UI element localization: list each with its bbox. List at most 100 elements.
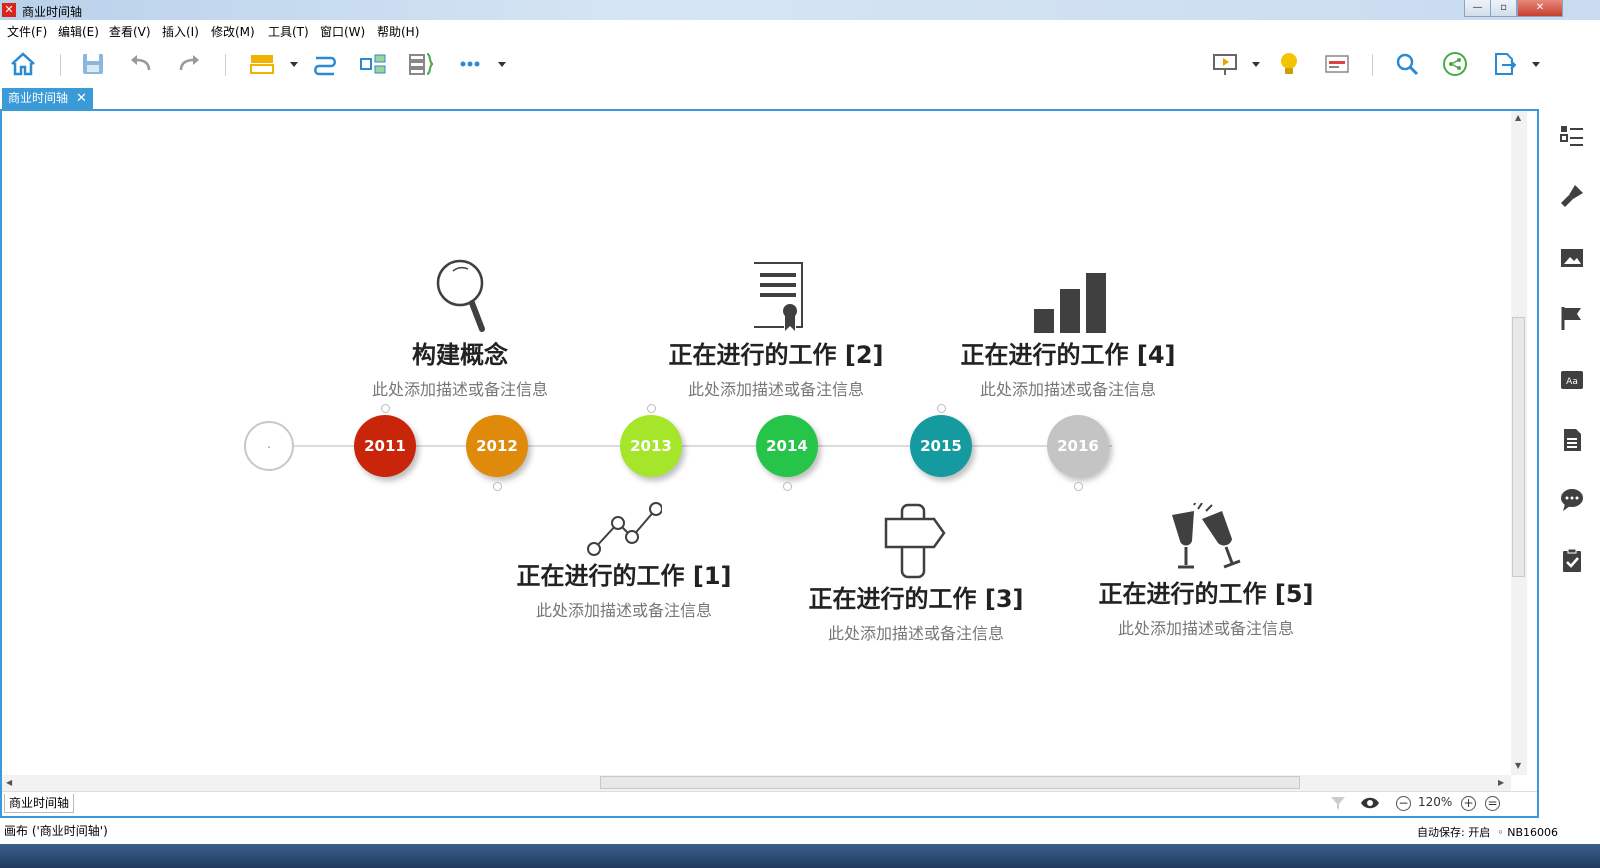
export-dropdown-icon[interactable] [1532, 62, 1540, 67]
status-bar: 画布 ('商业时间轴') 自动保存: 开启 ◦ NB16006 [0, 818, 1600, 844]
topic-title: 正在进行的工作 [1] [516, 562, 732, 590]
flag-icon[interactable] [1559, 305, 1585, 331]
close-window-button[interactable]: ✕ [1517, 0, 1563, 17]
more-dropdown-icon[interactable] [498, 62, 506, 67]
zoom-level[interactable]: 120% [1418, 795, 1452, 809]
topic-description: 此处添加描述或备注信息 [371, 380, 548, 399]
scroll-right-icon[interactable]: ▶ [1498, 778, 1504, 787]
presentation-icon[interactable] [1211, 50, 1239, 78]
share-icon[interactable] [1441, 50, 1469, 78]
line-chart-icon [586, 501, 663, 560]
horizontal-scrollbar[interactable]: ◀ ▶ [2, 775, 1511, 791]
year-node-2014[interactable]: 2014 [756, 415, 818, 477]
year-node-2011[interactable]: 2011 [354, 415, 416, 477]
topic-work-2[interactable]: 正在进行的工作 [2] 此处添加描述或备注信息 [626, 335, 926, 400]
scroll-left-icon[interactable]: ◀ [6, 778, 12, 787]
zoom-fit-button[interactable]: = [1485, 796, 1500, 811]
topic-description: 此处添加描述或备注信息 [535, 601, 712, 620]
menu-modify[interactable]: 修改(M) [211, 23, 255, 40]
topic-work-3[interactable]: 正在进行的工作 [3] 此处添加描述或备注信息 [766, 579, 1066, 644]
search-icon[interactable] [1393, 50, 1421, 78]
timeline-start-node[interactable]: · [244, 421, 294, 471]
status-canvas: 画布 ('商业时间轴') [4, 824, 108, 838]
save-icon[interactable] [79, 50, 107, 78]
collapse-handle[interactable] [493, 482, 502, 491]
topic-dropdown-icon[interactable] [290, 62, 298, 67]
menu-help[interactable]: 帮助(H) [377, 23, 419, 40]
scroll-up-icon[interactable]: ▲ [1515, 113, 1521, 122]
vertical-scroll-thumb[interactable] [1512, 317, 1525, 577]
comment-icon[interactable] [1559, 487, 1585, 513]
topic-title: 正在进行的工作 [2] [668, 341, 884, 369]
collapse-handle[interactable] [381, 404, 390, 413]
year-node-2012[interactable]: 2012 [466, 415, 528, 477]
year-node-2013[interactable]: 2013 [620, 415, 682, 477]
menu-insert[interactable]: 插入(I) [162, 23, 199, 40]
sheet-tab[interactable]: 商业时间轴 [4, 794, 75, 813]
topic-work-5[interactable]: 正在进行的工作 [5] 此处添加描述或备注信息 [1056, 574, 1356, 639]
outline-icon[interactable] [1559, 123, 1585, 149]
canvas-frame: · 2011 2012 2013 2014 2015 2016 构建概念 此处添… [0, 109, 1539, 818]
task-icon[interactable] [1559, 547, 1585, 573]
year-node-2016[interactable]: 2016 [1047, 415, 1109, 477]
relationship-icon[interactable] [311, 50, 339, 78]
status-autosave: 自动保存: 开启 ◦ NB16006 [1417, 826, 1558, 839]
view-icon[interactable] [1360, 795, 1380, 814]
format-brush-icon[interactable] [1559, 183, 1585, 209]
topic-description: 此处添加描述或备注信息 [1117, 619, 1294, 638]
collapse-handle[interactable] [783, 482, 792, 491]
horizontal-scroll-thumb[interactable] [600, 776, 1300, 789]
vertical-scrollbar[interactable]: ▲ ▼ [1511, 111, 1527, 775]
collapse-handle[interactable] [937, 404, 946, 413]
topic-title: 正在进行的工作 [3] [808, 585, 1024, 613]
topic-work-1[interactable]: 正在进行的工作 [1] 此处添加描述或备注信息 [474, 556, 774, 621]
toolbar-separator [60, 54, 61, 76]
menu-tools[interactable]: 工具(T) [268, 23, 309, 40]
notes-icon[interactable] [1559, 427, 1585, 453]
minimize-button[interactable]: — [1464, 0, 1491, 17]
canvas[interactable]: · 2011 2012 2013 2014 2015 2016 构建概念 此处添… [2, 111, 1511, 775]
app-logo-icon: ✕ [2, 3, 16, 17]
collapse-handle[interactable] [647, 404, 656, 413]
toolbar-separator [225, 54, 226, 76]
undo-icon[interactable] [127, 50, 155, 78]
more-icon[interactable] [456, 50, 484, 78]
os-taskbar [0, 844, 1600, 868]
topic-title: 正在进行的工作 [5] [1098, 580, 1314, 608]
maximize-button[interactable]: ▫ [1490, 0, 1517, 17]
autosave-label: 自动保存: 开启 [1417, 826, 1491, 839]
tab-business-timeline[interactable]: 商业时间轴 ✕ [2, 88, 93, 109]
gantt-icon[interactable] [1323, 50, 1351, 78]
zoom-in-button[interactable]: + [1461, 796, 1476, 811]
filter-icon[interactable] [1330, 795, 1346, 814]
home-icon[interactable] [9, 50, 37, 78]
export-icon[interactable] [1490, 50, 1518, 78]
image-icon[interactable] [1559, 245, 1585, 271]
topic-concept[interactable]: 构建概念 此处添加描述或备注信息 [310, 335, 610, 400]
boundary-icon[interactable] [407, 50, 435, 78]
presentation-dropdown-icon[interactable] [1252, 62, 1260, 67]
redo-icon[interactable] [175, 50, 203, 78]
topic-work-4[interactable]: 正在进行的工作 [4] 此处添加描述或备注信息 [918, 335, 1218, 400]
title-bar: ✕ 商业时间轴 — ▫ ✕ [0, 0, 1600, 20]
menu-edit[interactable]: 编辑(E) [58, 23, 99, 40]
topic-icon[interactable] [248, 50, 276, 78]
certificate-icon [750, 261, 806, 336]
topic-description: 此处添加描述或备注信息 [827, 624, 1004, 643]
text-style-icon[interactable]: Aa [1559, 367, 1585, 393]
topic-description: 此处添加描述或备注信息 [979, 380, 1156, 399]
collapse-handle[interactable] [1074, 482, 1083, 491]
summary-icon[interactable] [359, 50, 387, 78]
user-id: NB16006 [1507, 826, 1558, 839]
idea-icon[interactable] [1275, 50, 1303, 78]
sheet-bar: 商业时间轴 − 120% + = [2, 791, 1537, 816]
menu-file[interactable]: 文件(F) [7, 23, 47, 40]
toolbar-separator [1372, 54, 1373, 76]
year-node-2015[interactable]: 2015 [910, 415, 972, 477]
menu-view[interactable]: 查看(V) [109, 23, 151, 40]
topic-title: 正在进行的工作 [4] [960, 341, 1176, 369]
menu-window[interactable]: 窗口(W) [320, 23, 365, 40]
scroll-down-icon[interactable]: ▼ [1515, 761, 1521, 770]
close-tab-icon[interactable]: ✕ [76, 91, 87, 106]
zoom-out-button[interactable]: − [1396, 796, 1411, 811]
